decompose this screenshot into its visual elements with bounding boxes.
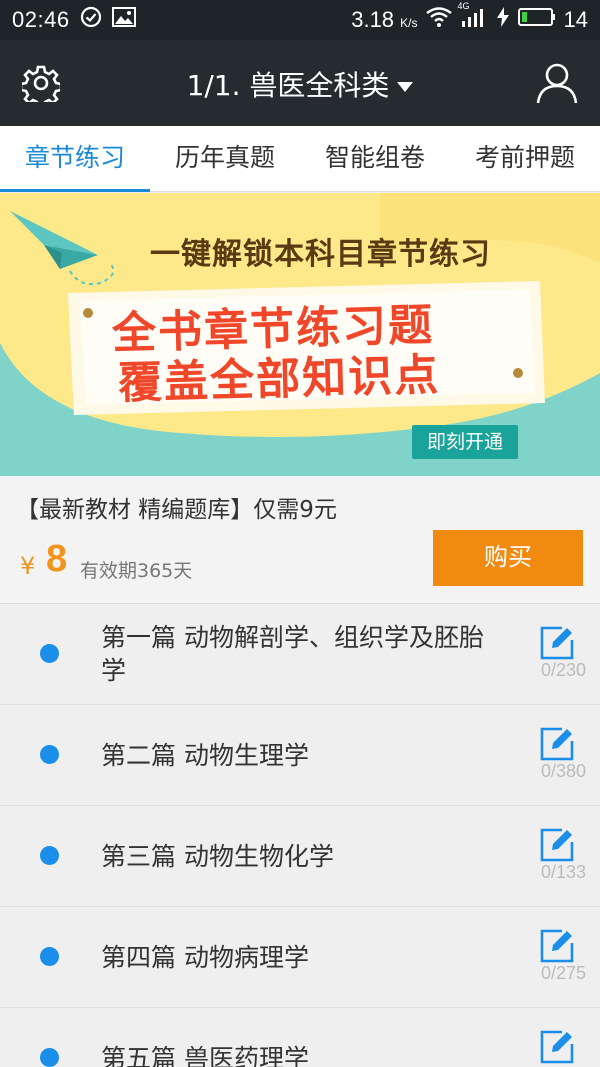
- tab-chapter-practice[interactable]: 章节练习: [0, 126, 150, 192]
- bullet-dot: [40, 947, 59, 966]
- currency-symbol: ¥: [20, 552, 36, 580]
- chapter-title: 第二篇 动物生理学: [101, 740, 309, 770]
- network-speed: 3.18 K/s: [351, 7, 418, 32]
- bullet-dot: [40, 644, 59, 663]
- signal-icon: 4G: [458, 1, 488, 33]
- caret-down-icon: [397, 82, 414, 92]
- list-item[interactable]: 第一篇 动物解剖学、组织学及胚胎学 0/230: [0, 604, 600, 705]
- battery-icon: [517, 7, 556, 33]
- list-item[interactable]: 第二篇 动物生理学 0/380: [0, 705, 600, 806]
- edit-icon[interactable]: [538, 927, 576, 965]
- user-icon[interactable]: [536, 62, 578, 104]
- promo-banner[interactable]: 一键解锁本科目章节练习 全书章节练习题 覆盖全部知识点 即刻开通: [0, 193, 600, 476]
- list-item[interactable]: 第三篇 动物生物化学 0/133: [0, 806, 600, 907]
- status-time: 02:46: [12, 7, 70, 32]
- validity-text: 有效期365天: [80, 560, 193, 582]
- chapter-title: 第一篇 动物解剖学、组织学及胚胎学: [101, 623, 484, 685]
- wifi-icon: [425, 7, 452, 33]
- image-icon: [111, 7, 136, 33]
- purchase-description: 【最新教材 精编题库】仅需9元: [16, 497, 337, 523]
- chapter-list: 第一篇 动物解剖学、组织学及胚胎学 0/230 第二篇 动物生理学 0/380 …: [0, 604, 600, 1067]
- edit-icon[interactable]: [538, 624, 576, 662]
- check-circle-icon: [80, 6, 102, 34]
- subject-selector[interactable]: 1/1. 兽医全科类: [0, 64, 600, 104]
- battery-level: 14: [563, 7, 588, 32]
- banner-headline: 一键解锁本科目章节练习: [150, 237, 491, 272]
- edit-icon[interactable]: [538, 826, 576, 864]
- edit-icon[interactable]: [538, 1028, 576, 1066]
- price: 8: [46, 538, 68, 580]
- list-item[interactable]: 第五篇 兽医药理学: [0, 1008, 600, 1067]
- app-header: 1/1. 兽医全科类: [0, 40, 600, 126]
- tab-smart-paper[interactable]: 智能组卷: [300, 126, 450, 191]
- chapter-count: 0/133: [540, 862, 586, 882]
- chapter-count: 0/275: [540, 963, 586, 983]
- list-item[interactable]: 第四篇 动物病理学 0/275: [0, 907, 600, 1008]
- paper-plane-icon: [10, 211, 115, 286]
- banner-open-button[interactable]: 即刻开通: [412, 425, 518, 459]
- tab-bar: 章节练习 历年真题 智能组卷 考前押题: [0, 126, 600, 192]
- purchase-section: 【最新教材 精编题库】仅需9元 ¥ 8 有效期365天 购买: [0, 476, 600, 604]
- chapter-title: 第四篇 动物病理学: [101, 942, 309, 972]
- bullet-dot: [40, 846, 59, 865]
- edit-icon[interactable]: [538, 725, 576, 763]
- chapter-count: 0/380: [540, 761, 586, 781]
- charging-icon: [496, 7, 510, 33]
- bullet-dot: [40, 745, 59, 764]
- tab-past-exams[interactable]: 历年真题: [150, 126, 300, 191]
- chapter-title: 第三篇 动物生物化学: [101, 841, 334, 871]
- status-bar: 02:46 3.18 K/s 4G 14: [0, 0, 600, 40]
- banner-line2: 覆盖全部知识点: [117, 349, 441, 410]
- page-title: 1/1. 兽医全科类: [186, 69, 390, 102]
- buy-button[interactable]: 购买: [433, 530, 583, 586]
- chapter-count: 0/230: [540, 660, 586, 680]
- tab-pre-exam[interactable]: 考前押题: [450, 126, 600, 191]
- chapter-title: 第五篇 兽医药理学: [101, 1043, 309, 1067]
- bullet-dot: [40, 1048, 59, 1067]
